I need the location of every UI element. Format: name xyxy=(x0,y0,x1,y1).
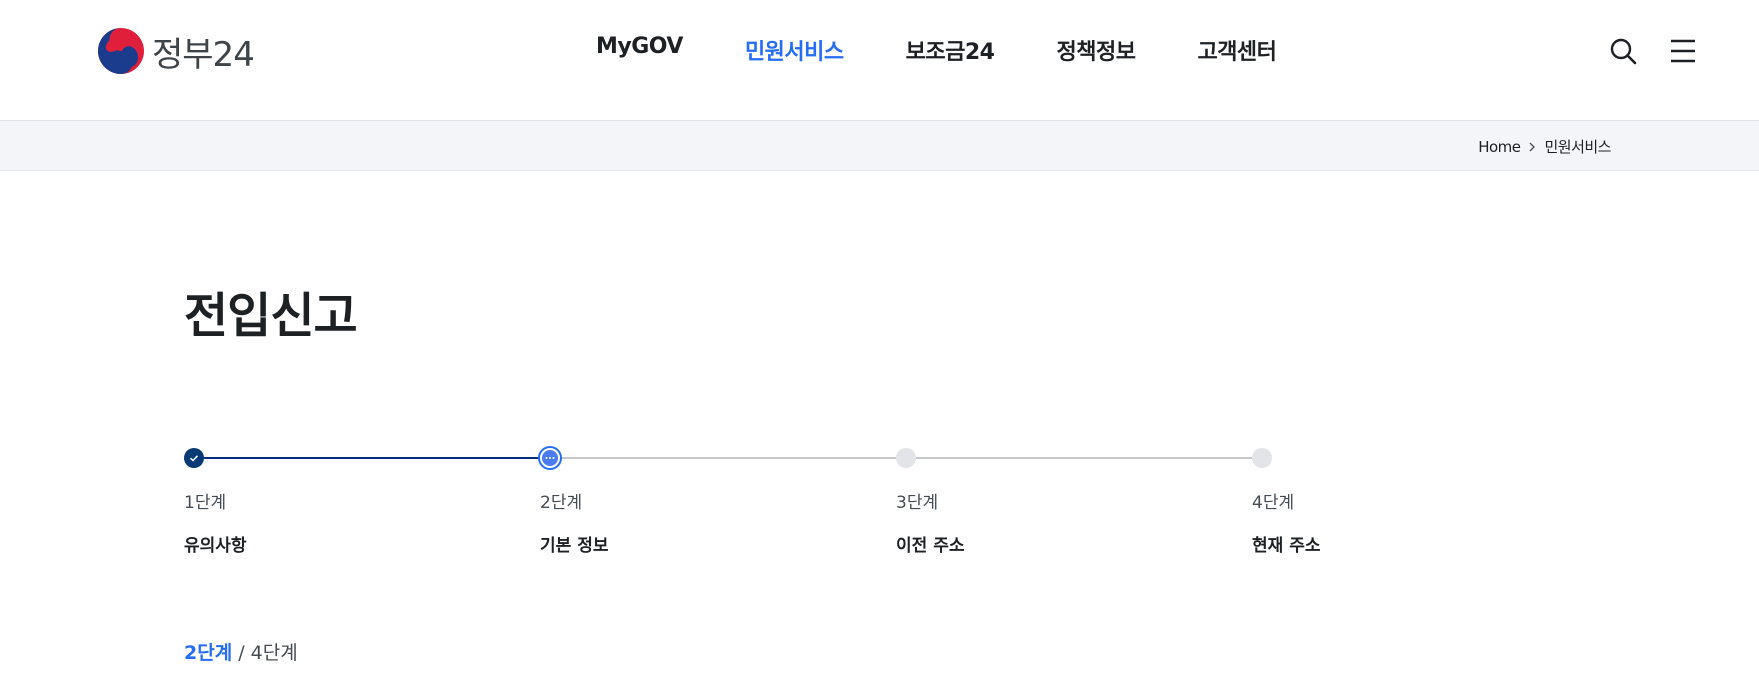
step-current-indicator xyxy=(538,446,562,470)
breadcrumb-current-link[interactable]: 민원서비스 xyxy=(1544,136,1611,157)
header-utilities xyxy=(1608,36,1698,66)
step-counter-separator: / xyxy=(232,642,251,664)
step-counter-total: 4단계 xyxy=(250,642,298,664)
step-number: 3단계 xyxy=(896,493,939,513)
stepper-track-completed xyxy=(194,457,550,459)
nav-item-civil-services[interactable]: 민원서비스 xyxy=(745,34,844,66)
menu-icon xyxy=(1671,39,1695,63)
step-counter: 2단계 / 4단계 xyxy=(184,638,298,665)
progress-stepper: 1단계 유의사항 2단계 기본 정보 3단계 이전 주소 4단계 현재 주소 xyxy=(184,446,1320,566)
chevron-right-icon xyxy=(1528,142,1536,152)
menu-button[interactable] xyxy=(1668,36,1698,66)
nav-item-mygov[interactable]: MyGOV xyxy=(596,34,683,66)
step-number: 4단계 xyxy=(1252,493,1295,513)
search-button[interactable] xyxy=(1608,36,1638,66)
step-completed-indicator xyxy=(184,448,204,468)
step-number: 1단계 xyxy=(184,493,227,513)
breadcrumb: Home 민원서비스 xyxy=(1478,136,1611,157)
step-pending-indicator xyxy=(896,448,916,468)
step-label: 현재 주소 xyxy=(1252,536,1321,556)
page-title: 전입신고 xyxy=(184,288,358,344)
government-emblem-icon xyxy=(98,28,144,74)
step-label: 기본 정보 xyxy=(540,536,609,556)
step-label: 유의사항 xyxy=(184,536,247,556)
logo-text: 정부24 xyxy=(152,34,255,75)
nav-item-policy-info[interactable]: 정책정보 xyxy=(1056,34,1135,66)
nav-item-customer-center[interactable]: 고객센터 xyxy=(1197,34,1276,66)
nav-item-subsidy24[interactable]: 보조금24 xyxy=(906,34,995,66)
site-logo[interactable]: 정부24 xyxy=(98,28,255,75)
breadcrumb-bar: Home 민원서비스 xyxy=(0,121,1759,171)
step-number: 2단계 xyxy=(540,493,583,513)
step-counter-current: 2단계 xyxy=(184,642,233,664)
step-label: 이전 주소 xyxy=(896,536,965,556)
site-header: 정부24 MyGOV 민원서비스 보조금24 정책정보 고객센터 xyxy=(0,0,1759,121)
main-navigation: MyGOV 민원서비스 보조금24 정책정보 고객센터 xyxy=(596,34,1277,66)
breadcrumb-home-link[interactable]: Home xyxy=(1478,138,1521,156)
search-icon xyxy=(1610,38,1637,65)
step-pending-indicator xyxy=(1252,448,1272,468)
in-progress-dots-icon xyxy=(545,457,555,459)
check-icon xyxy=(189,455,199,462)
